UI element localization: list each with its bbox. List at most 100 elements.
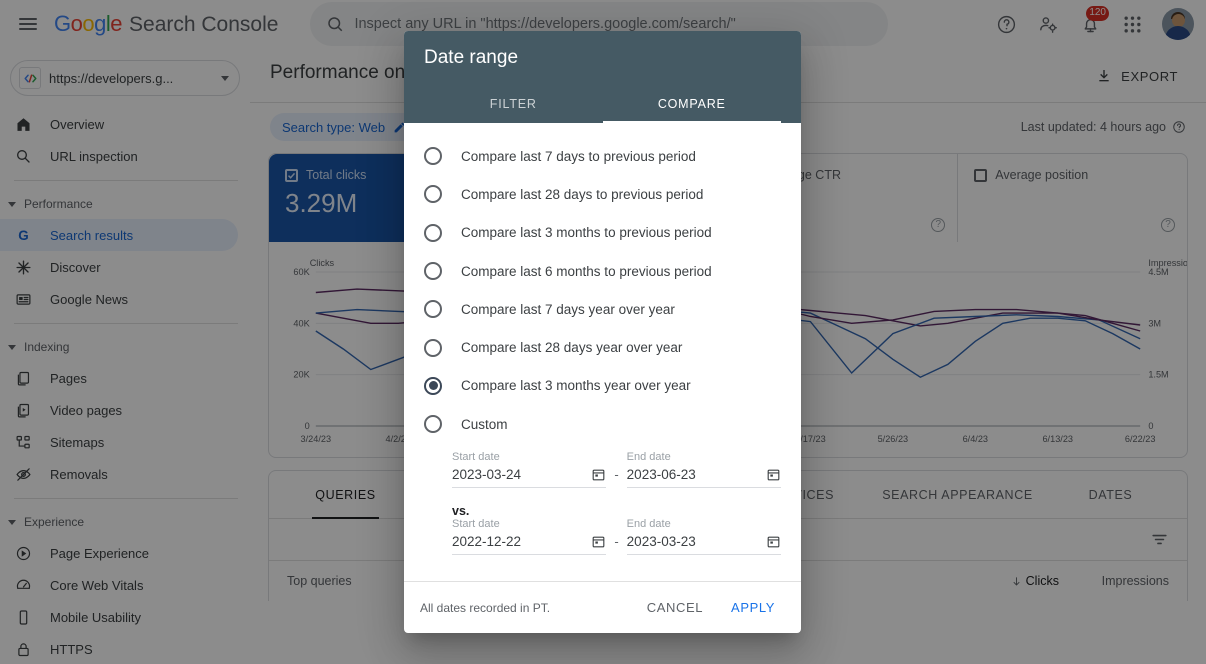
- compare-end-date-field[interactable]: End date 2023-03-23: [627, 518, 781, 555]
- primary-start-date-field[interactable]: Start date 2023-03-24: [452, 451, 606, 488]
- primary-end-date-field[interactable]: End date 2023-06-23: [627, 451, 781, 488]
- radio-label: Compare last 7 days year over year: [461, 302, 675, 317]
- help-icon[interactable]: [1172, 120, 1186, 134]
- tab-search-appearance[interactable]: SEARCH APPEARANCE: [881, 471, 1034, 518]
- metric-average-position[interactable]: Average position ?: [958, 154, 1187, 242]
- apply-button[interactable]: APPLY: [721, 592, 785, 623]
- table-header-impressions[interactable]: Impressions: [1059, 574, 1169, 588]
- news-icon: [14, 290, 32, 308]
- radio-icon[interactable]: [424, 147, 442, 165]
- sidebar-item-label: Discover: [50, 260, 101, 275]
- sidebar-item-label: Pages: [50, 371, 87, 386]
- radio-option-compare-last-7-days-previous[interactable]: Compare last 7 days to previous period: [404, 137, 801, 175]
- compare-end-date-value: 2023-03-23: [627, 534, 766, 549]
- pages-icon: [14, 369, 32, 387]
- app-root: Google Search Console Inspect any URL in…: [0, 0, 1206, 664]
- calendar-icon[interactable]: [766, 534, 781, 549]
- brand[interactable]: Google Search Console: [54, 11, 278, 37]
- radio-icon[interactable]: [424, 377, 442, 395]
- date-range-dialog: Date range FILTER COMPARE Compare last 7…: [404, 31, 801, 633]
- property-name: https://developers.g...: [49, 71, 213, 86]
- tab-filter[interactable]: FILTER: [424, 85, 603, 123]
- sidebar-item-sitemaps[interactable]: Sitemaps: [0, 426, 238, 458]
- property-selector[interactable]: https://developers.g...: [10, 60, 240, 96]
- svg-text:Impressions: Impressions: [1148, 258, 1187, 268]
- speedometer-icon: [14, 576, 32, 594]
- sidebar-divider: [14, 323, 238, 324]
- sidebar-item-label: Core Web Vitals: [50, 578, 143, 593]
- sidebar-item-page-experience[interactable]: Page Experience: [0, 537, 238, 569]
- help-icon[interactable]: ?: [931, 218, 945, 232]
- primary-end-date-value: 2023-06-23: [627, 467, 766, 482]
- notifications-icon[interactable]: 120: [1070, 4, 1110, 44]
- last-updated: Last updated: 4 hours ago: [1021, 120, 1186, 134]
- radio-option-compare-last-28-days-yoy[interactable]: Compare last 28 days year over year: [404, 328, 801, 366]
- radio-icon[interactable]: [424, 185, 442, 203]
- radio-icon[interactable]: [424, 262, 442, 280]
- svg-text:6/4/23: 6/4/23: [963, 434, 988, 444]
- eye-off-icon: [14, 465, 32, 483]
- sidebar-item-label: Search results: [50, 228, 133, 243]
- sidebar-item-https[interactable]: HTTPS: [0, 633, 238, 664]
- radio-label: Compare last 28 days year over year: [461, 340, 682, 355]
- sidebar-item-pages[interactable]: Pages: [0, 362, 238, 394]
- sidebar-item-core-web-vitals[interactable]: Core Web Vitals: [0, 569, 238, 601]
- sidebar-item-mobile-usability[interactable]: Mobile Usability: [0, 601, 238, 633]
- radio-option-compare-last-3-months-previous[interactable]: Compare last 3 months to previous period: [404, 214, 801, 252]
- filter-list-icon[interactable]: [1150, 530, 1169, 549]
- export-button[interactable]: EXPORT: [1088, 62, 1186, 90]
- sitemap-icon: [14, 433, 32, 451]
- lock-icon: [14, 640, 32, 658]
- calendar-icon[interactable]: [591, 534, 606, 549]
- tab-label: QUERIES: [315, 488, 375, 502]
- sidebar-item-url-inspection[interactable]: URL inspection: [0, 140, 238, 172]
- avatar[interactable]: [1162, 8, 1194, 40]
- sidebar-item-removals[interactable]: Removals: [0, 458, 238, 490]
- tab-compare[interactable]: COMPARE: [603, 85, 782, 123]
- radio-label: Compare last 6 months to previous period: [461, 264, 712, 279]
- help-icon[interactable]: ?: [1161, 218, 1175, 232]
- hamburger-icon[interactable]: [8, 4, 48, 44]
- help-icon[interactable]: [986, 4, 1026, 44]
- sidebar-item-label: Overview: [50, 117, 104, 132]
- code-brackets-icon: [19, 67, 41, 89]
- radio-icon[interactable]: [424, 415, 442, 433]
- svg-text:3/24/23: 3/24/23: [301, 434, 332, 444]
- compare-start-date-field[interactable]: Start date 2022-12-22: [452, 518, 606, 555]
- sidebar-item-label: URL inspection: [50, 149, 138, 164]
- sidebar-group-performance[interactable]: Performance: [0, 189, 250, 219]
- search-icon: [14, 147, 32, 165]
- radio-icon[interactable]: [424, 339, 442, 357]
- checkbox-icon[interactable]: [285, 169, 298, 182]
- radio-icon[interactable]: [424, 300, 442, 318]
- radio-option-compare-last-3-months-yoy[interactable]: Compare last 3 months year over year: [404, 367, 801, 405]
- cancel-button[interactable]: CANCEL: [637, 592, 713, 623]
- chevron-down-icon: [8, 345, 16, 350]
- calendar-icon[interactable]: [766, 467, 781, 482]
- radio-option-custom[interactable]: Custom: [404, 405, 801, 443]
- sidebar-item-google-news[interactable]: Google News: [0, 283, 238, 315]
- sidebar-item-video-pages[interactable]: Video pages: [0, 394, 238, 426]
- sidebar-group-indexing[interactable]: Indexing: [0, 332, 250, 362]
- sidebar-item-overview[interactable]: Overview: [0, 108, 238, 140]
- sidebar-item-search-results[interactable]: G Search results: [0, 219, 238, 251]
- radio-option-compare-last-6-months-previous[interactable]: Compare last 6 months to previous period: [404, 252, 801, 290]
- mobile-icon: [14, 608, 32, 626]
- table-header-clicks[interactable]: Clicks: [949, 574, 1059, 588]
- tab-label: COMPARE: [658, 97, 726, 111]
- sidebar-group-experience[interactable]: Experience: [0, 507, 250, 537]
- search-type-chip[interactable]: Search type: Web: [270, 113, 418, 141]
- checkbox-icon[interactable]: [974, 169, 987, 182]
- dialog-header: Date range FILTER COMPARE: [404, 31, 801, 123]
- radio-option-compare-last-28-days-previous[interactable]: Compare last 28 days to previous period: [404, 175, 801, 213]
- calendar-icon[interactable]: [591, 467, 606, 482]
- radio-option-compare-last-7-days-yoy[interactable]: Compare last 7 days year over year: [404, 290, 801, 328]
- svg-text:Clicks: Clicks: [310, 258, 335, 268]
- account-settings-icon[interactable]: [1028, 4, 1068, 44]
- apps-grid-icon[interactable]: [1112, 4, 1152, 44]
- radio-icon[interactable]: [424, 224, 442, 242]
- sidebar-item-label: Page Experience: [50, 546, 149, 561]
- sidebar-item-discover[interactable]: Discover: [0, 251, 238, 283]
- tab-queries[interactable]: QUERIES: [269, 471, 422, 518]
- tab-dates[interactable]: DATES: [1034, 471, 1187, 518]
